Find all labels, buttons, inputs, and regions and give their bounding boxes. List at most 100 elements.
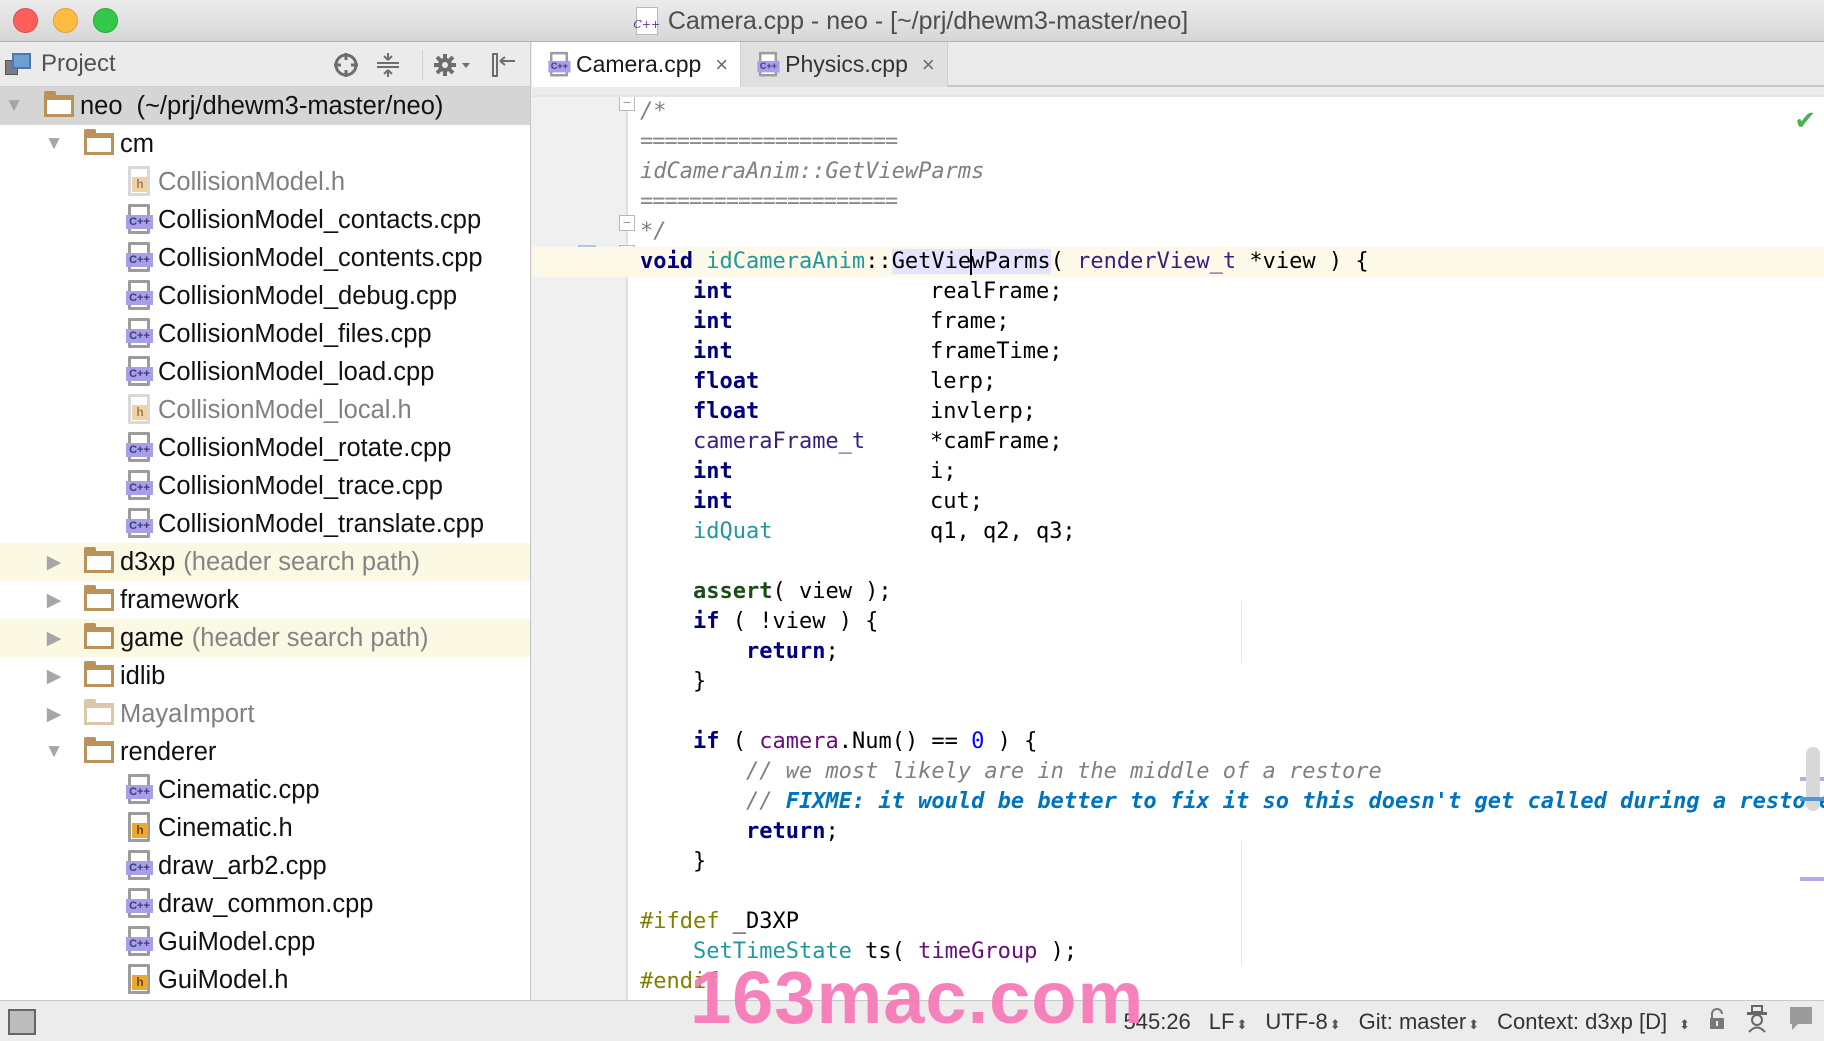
function-name-part: GetVie — [891, 249, 972, 274]
tree-item-mayaimport[interactable]: ▶ MayaImport — [0, 695, 530, 733]
decl-name: i; — [929, 459, 957, 484]
code-line: if ( !view ) { — [640, 607, 1784, 637]
member-field: camera — [759, 729, 839, 754]
tree-item-label: idlib — [120, 661, 166, 690]
context-widget[interactable]: Context: d3xp [D] ⬍ — [1497, 1009, 1690, 1035]
tab-label: Camera.cpp — [576, 51, 702, 77]
tree-item-d3xp[interactable]: ▶ d3xp (header search path) — [0, 543, 530, 581]
tree-item-file[interactable]: h Cinematic.h — [0, 809, 530, 847]
event-log-icon[interactable] — [1788, 1005, 1814, 1039]
code-line: idCameraAnim::GetViewParms — [640, 157, 1784, 187]
line-separator-widget[interactable]: LF ⬍ — [1209, 1009, 1248, 1035]
decl-name: realFrame; — [929, 279, 1063, 304]
code-line: SetTimeState ts( timeGroup ); — [640, 937, 1784, 967]
decl-type: int — [692, 459, 733, 484]
tool-windows-toggle-icon[interactable] — [8, 1009, 36, 1035]
line-separator-value: LF — [1208, 1008, 1235, 1034]
tree-item-file[interactable]: C++ CollisionModel_debug.cpp — [0, 277, 530, 315]
status-widgets: 545:26 LF ⬍ UTF-8 ⬍ Git: master ⬍ Context: … — [1124, 1001, 1815, 1041]
tree-item-label: CollisionModel_local.h — [158, 395, 412, 424]
fold-collapse-icon[interactable]: − — [619, 215, 635, 231]
vcs-branch-value: Git: master — [1358, 1008, 1467, 1034]
comment: idCameraAnim::GetViewParms — [640, 159, 985, 184]
tree-item-label: Cinematic.h — [158, 813, 293, 842]
close-tab-icon[interactable]: × — [922, 52, 935, 78]
inspector-icon[interactable] — [1744, 1004, 1770, 1039]
cpp-file-icon: C++ — [126, 888, 153, 920]
collapse-all-icon[interactable] — [373, 50, 403, 80]
tree-item-file[interactable]: h CollisionModel_local.h — [0, 391, 530, 429]
expand-arrow-icon[interactable]: ▶ — [42, 665, 66, 688]
expand-arrow-icon[interactable]: ▶ — [42, 551, 66, 574]
expand-arrow-icon[interactable]: ▼ — [42, 133, 66, 155]
expand-arrow-icon[interactable]: ▶ — [42, 703, 66, 726]
tree-item-file[interactable]: C++ CollisionModel_contents.cpp — [0, 239, 530, 277]
tree-item-file[interactable]: h GuiModel.h — [0, 961, 530, 999]
fold-collapse-icon[interactable]: − — [619, 97, 635, 111]
expand-arrow-icon[interactable]: ▼ — [2, 95, 26, 117]
preprocessor: #endif — [640, 969, 720, 994]
tree-item-file[interactable]: C++ CollisionModel_load.cpp — [0, 353, 530, 391]
tree-item-file[interactable]: C++ draw_arb2.cpp — [0, 847, 530, 885]
keyword: return — [745, 819, 826, 844]
editor-gutter[interactable] — [532, 97, 627, 1000]
tree-item-idlib[interactable]: ▶ idlib — [0, 657, 530, 695]
locate-icon[interactable] — [331, 50, 361, 80]
hide-panel-icon[interactable] — [488, 50, 518, 80]
decl-type: float — [692, 399, 760, 424]
code-area[interactable]: /* ===================== idCameraAnim::G… — [532, 97, 1824, 997]
tree-item-file[interactable]: C++ GuiModel.cpp — [0, 923, 530, 961]
project-panel-title[interactable]: Project — [41, 50, 116, 78]
tree-item-file[interactable]: C++ CollisionModel_trace.cpp — [0, 467, 530, 505]
tree-item-cm[interactable]: ▼ cm — [0, 125, 530, 163]
close-tab-icon[interactable]: × — [715, 52, 728, 78]
expand-arrow-icon[interactable]: ▼ — [42, 741, 66, 763]
cpp-file-icon: C++ — [126, 318, 153, 350]
window-title: C++ Camera.cpp - neo - [~/prj/dhewm3-mas… — [0, 0, 1824, 42]
tree-item-file[interactable]: C++ Cinematic.cpp — [0, 771, 530, 809]
ok-check-icon[interactable]: ✔ — [1794, 105, 1816, 136]
tree-item-neo[interactable]: ▼ neo (~/prj/dhewm3-master/neo) — [0, 87, 530, 125]
function-name-part: wParms — [971, 249, 1051, 274]
project-view-icon[interactable] — [3, 52, 31, 76]
expand-arrow-icon[interactable]: ▶ — [42, 627, 66, 650]
tree-item-file[interactable]: C++ CollisionModel_contacts.cpp — [0, 201, 530, 239]
project-tree: ▼ neo (~/prj/dhewm3-master/neo) ▼ cm h C… — [0, 87, 530, 1000]
keyword: if — [692, 609, 720, 634]
decl-name: q1, q2, q3; — [929, 519, 1076, 544]
scroll-marker[interactable] — [1800, 877, 1824, 881]
vertical-scrollbar[interactable] — [1806, 747, 1820, 811]
cpp-file-icon: C++ — [126, 432, 153, 464]
code-line: if ( camera.Num() == 0 ) { — [640, 727, 1784, 757]
scope-operator: :: — [865, 249, 892, 274]
tab-physics-cpp[interactable]: C++ Physics.cpp × — [741, 42, 948, 87]
tree-item-file[interactable]: C++ CollisionModel_translate.cpp — [0, 505, 530, 543]
comment: ===================== — [640, 129, 898, 154]
cpp-file-icon: C++ — [126, 926, 153, 958]
tree-item-file[interactable]: h CollisionModel.h — [0, 163, 530, 201]
current-code-line: void idCameraAnim::GetViewParms( renderV… — [532, 247, 1824, 277]
code-line: } — [640, 847, 1784, 877]
gear-icon[interactable] — [432, 50, 474, 80]
tree-item-renderer[interactable]: ▼ renderer — [0, 733, 530, 771]
tree-item-label: GuiModel.h — [158, 965, 289, 994]
tree-item-file[interactable]: C++ CollisionModel_rotate.cpp — [0, 429, 530, 467]
expand-arrow-icon[interactable]: ▶ — [42, 589, 66, 612]
vcs-branch-widget[interactable]: Git: master ⬍ — [1359, 1009, 1479, 1035]
keyword: return — [745, 639, 826, 664]
tree-item-file[interactable]: C++ CollisionModel_files.cpp — [0, 315, 530, 353]
folder-icon — [84, 737, 114, 763]
tab-camera-cpp[interactable]: C++ Camera.cpp × — [532, 42, 742, 87]
tree-item-game[interactable]: ▶ game (header search path) — [0, 619, 530, 657]
tree-item-file[interactable]: C++ draw_common.cpp — [0, 885, 530, 923]
tree-item-label: CollisionModel_load.cpp — [158, 357, 435, 386]
tree-item-label: CollisionModel_translate.cpp — [158, 509, 485, 538]
encoding-widget[interactable]: UTF-8 ⬍ — [1265, 1009, 1340, 1035]
lock-icon[interactable] — [1708, 1007, 1726, 1036]
tree-item-label: CollisionModel_rotate.cpp — [158, 433, 452, 462]
caret-position[interactable]: 545:26 — [1124, 1009, 1191, 1035]
todo-scroll-marker[interactable] — [1800, 797, 1824, 801]
code-editor[interactable]: − − − /* ===================== idCameraA… — [532, 95, 1824, 1000]
tree-item-framework[interactable]: ▶ framework — [0, 581, 530, 619]
